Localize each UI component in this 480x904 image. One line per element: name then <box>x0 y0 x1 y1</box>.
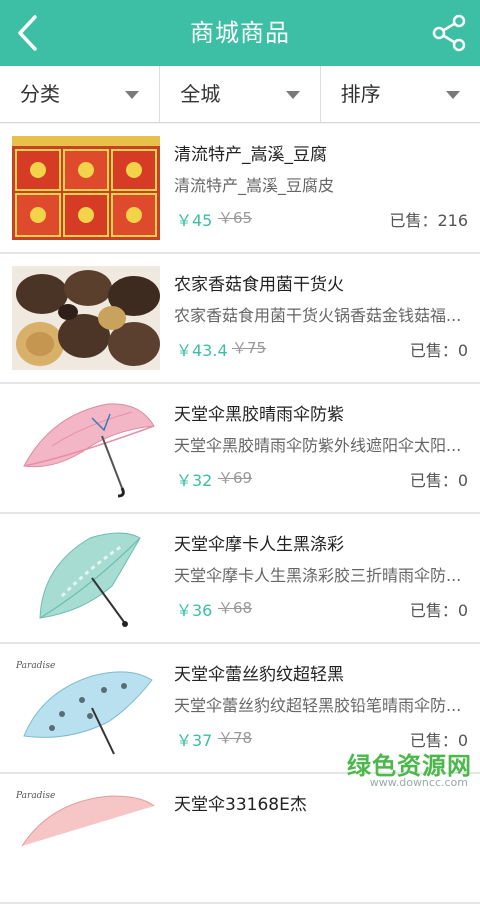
filter-area[interactable]: 全城 <box>160 66 321 122</box>
product-desc: 天堂伞蕾丝豹纹超轻黑胶铅笔晴雨伞防... <box>174 696 462 715</box>
product-desc: 清流特产_嵩溪_豆腐皮 <box>174 176 335 195</box>
product-image <box>12 266 160 370</box>
product-item[interactable]: 农家香菇食用菌干货火 农家香菇食用菌干货火锅香菇金钱菇福... ￥43.4 ￥7… <box>0 254 480 384</box>
watermark-url: www.downcc.com <box>369 776 468 789</box>
product-original-price: ￥78 <box>218 729 253 747</box>
product-item[interactable]: 清流特产_嵩溪_豆腐 清流特产_嵩溪_豆腐皮 ￥45 ￥65 已售：216 <box>0 124 480 254</box>
product-item[interactable]: 天堂伞黑胶晴雨伞防紫 天堂伞黑胶晴雨伞防紫外线遮阳伞太阳... ￥32 ￥69 … <box>0 384 480 514</box>
product-name: 农家香菇食用菌干货火 <box>174 275 344 295</box>
filter-category[interactable]: 分类 <box>0 66 161 122</box>
product-desc: 天堂伞摩卡人生黑涤彩胶三折晴雨伞防... <box>174 566 462 585</box>
product-price: ￥43.4 <box>176 341 228 360</box>
product-price: ￥37 <box>176 731 213 750</box>
product-sold: 已售：0 <box>409 471 468 490</box>
filter-sort[interactable]: 排序 <box>321 66 480 122</box>
product-name: 天堂伞摩卡人生黑涤彩 <box>174 535 344 555</box>
product-sold: 已售：0 <box>409 601 468 620</box>
product-original-price: ￥68 <box>218 599 253 617</box>
product-image <box>12 396 160 500</box>
product-image: Paradise <box>12 656 160 760</box>
product-desc: 天堂伞黑胶晴雨伞防紫外线遮阳伞太阳... <box>174 436 462 455</box>
product-sold: 已售：216 <box>389 211 468 230</box>
page-title: 商城商品 <box>190 19 290 47</box>
product-original-price: ￥69 <box>218 469 253 487</box>
product-image <box>12 136 160 240</box>
triangle-down-icon <box>285 91 300 99</box>
product-image: Paradise <box>12 786 160 890</box>
triangle-down-icon <box>445 91 460 99</box>
product-name: 清流特产_嵩溪_豆腐 <box>174 145 327 165</box>
product-price: ￥32 <box>176 471 213 490</box>
share-icon <box>432 14 466 52</box>
svg-text:Paradise: Paradise <box>15 661 55 671</box>
product-item[interactable]: Paradise 天堂伞33168E杰 <box>0 774 480 904</box>
filter-label: 排序 <box>340 82 381 106</box>
share-button[interactable] <box>424 0 474 66</box>
product-price: ￥36 <box>176 601 213 620</box>
filter-label: 分类 <box>20 82 60 106</box>
product-original-price: ￥75 <box>232 339 267 357</box>
product-name: 天堂伞33168E杰 <box>174 795 307 815</box>
watermark: 绿色资源网 www.downcc.com <box>312 746 472 792</box>
product-name: 天堂伞黑胶晴雨伞防紫 <box>174 405 344 425</box>
product-desc: 农家香菇食用菌干货火锅香菇金钱菇福... <box>174 306 462 325</box>
filter-label: 全城 <box>180 82 221 106</box>
product-price: ￥45 <box>176 211 213 230</box>
triangle-down-icon <box>125 91 140 99</box>
product-original-price: ￥65 <box>218 209 253 227</box>
product-item[interactable]: 天堂伞摩卡人生黑涤彩 天堂伞摩卡人生黑涤彩胶三折晴雨伞防... ￥36 ￥68 … <box>0 514 480 644</box>
product-sold: 已售：0 <box>409 341 468 360</box>
product-name: 天堂伞蕾丝豹纹超轻黑 <box>174 665 344 685</box>
filter-bar: 分类 全城 排序 <box>0 66 480 123</box>
top-bar: 商城商品 <box>0 0 480 66</box>
product-image <box>12 526 160 630</box>
